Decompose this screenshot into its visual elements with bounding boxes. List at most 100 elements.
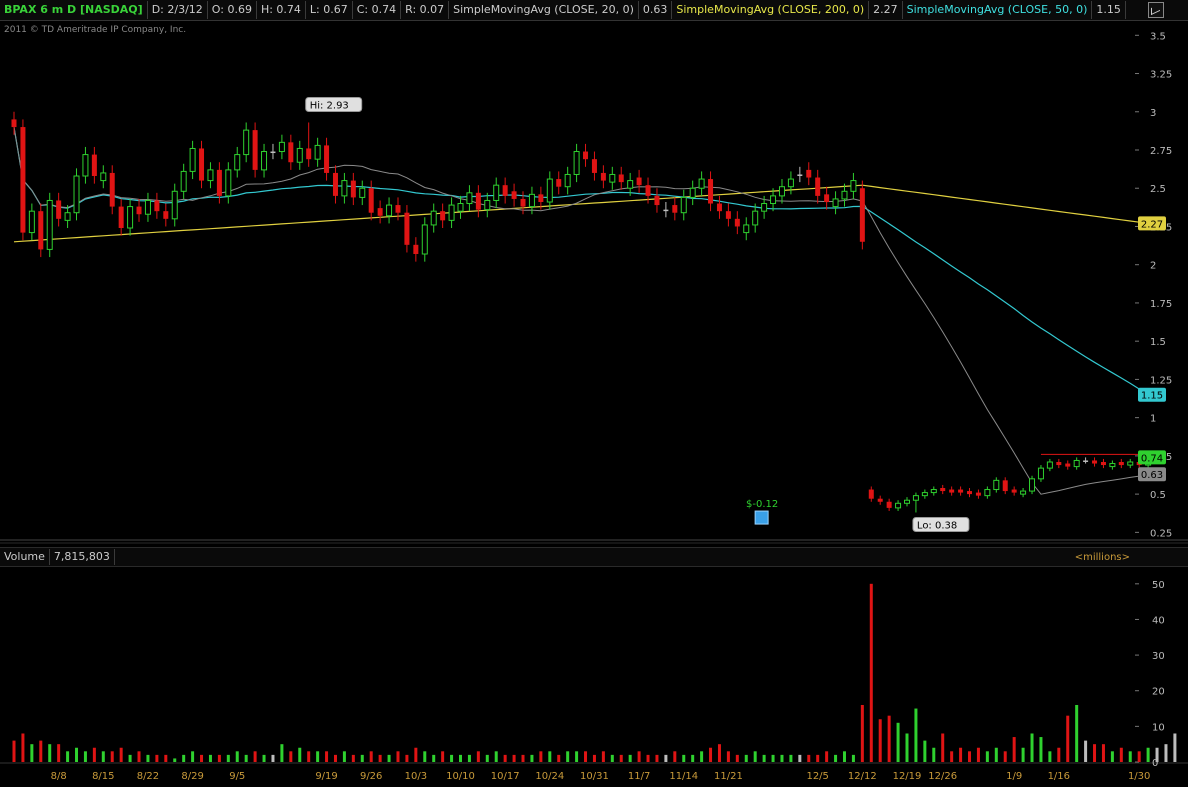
price-candle[interactable] — [904, 499, 910, 504]
price-candle[interactable] — [64, 212, 71, 221]
price-candle[interactable] — [654, 195, 660, 206]
price-candle[interactable] — [395, 205, 401, 213]
volume-bar[interactable] — [396, 751, 400, 762]
price-candle[interactable] — [1127, 461, 1134, 466]
volume-bar[interactable] — [182, 754, 186, 762]
volume-bar[interactable] — [691, 754, 695, 762]
price-candle[interactable] — [421, 224, 428, 255]
price-candle[interactable] — [430, 210, 437, 226]
volume-bar[interactable] — [575, 751, 579, 762]
volume-bar[interactable] — [521, 754, 525, 762]
volume-bar[interactable] — [557, 754, 561, 762]
volume-bar[interactable] — [432, 754, 436, 762]
volume-bar[interactable] — [316, 751, 320, 762]
volume-bar[interactable] — [637, 751, 641, 762]
volume-bar[interactable] — [494, 751, 498, 762]
volume-bar[interactable] — [441, 751, 445, 762]
volume-bar[interactable] — [655, 754, 659, 762]
price-candle[interactable] — [368, 188, 374, 213]
volume-bar[interactable] — [1173, 733, 1177, 762]
volume-bar[interactable] — [896, 722, 900, 762]
volume-bar[interactable] — [834, 754, 838, 762]
price-candle[interactable] — [82, 154, 89, 177]
price-candle[interactable] — [1109, 463, 1116, 468]
price-candle[interactable] — [109, 172, 115, 207]
price-candle[interactable] — [118, 206, 124, 228]
volume-bar[interactable] — [1128, 751, 1132, 762]
volume-bar[interactable] — [548, 751, 552, 762]
volume-bar[interactable] — [932, 747, 936, 762]
price-candle[interactable] — [824, 194, 830, 202]
volume-bar[interactable] — [217, 754, 221, 762]
price-candle[interactable] — [984, 489, 991, 497]
price-candle[interactable] — [171, 190, 178, 220]
price-candle[interactable] — [475, 192, 481, 210]
volume-bar[interactable] — [48, 744, 52, 762]
price-candle[interactable] — [1011, 489, 1017, 493]
price-candle[interactable] — [440, 211, 446, 221]
volume-bar[interactable] — [1048, 751, 1052, 762]
price-candle[interactable] — [359, 187, 366, 198]
volume-bar[interactable] — [1057, 747, 1061, 762]
volume-bar[interactable] — [128, 754, 132, 762]
price-candle[interactable] — [136, 206, 142, 215]
price-candle[interactable] — [564, 173, 571, 188]
volume-bar[interactable] — [584, 751, 588, 762]
price-candle[interactable] — [56, 200, 62, 219]
price-candle[interactable] — [1020, 490, 1027, 495]
volume-bar[interactable] — [173, 758, 177, 762]
volume-bar[interactable] — [325, 751, 329, 762]
price-candle[interactable] — [341, 180, 348, 197]
price-candle[interactable] — [609, 173, 616, 183]
volume-bar[interactable] — [191, 751, 195, 762]
volume-bar[interactable] — [485, 754, 489, 762]
price-candle[interactable] — [573, 151, 580, 175]
volume-bar[interactable] — [253, 751, 257, 762]
volume-bar[interactable] — [566, 751, 570, 762]
volume-bar[interactable] — [512, 754, 516, 762]
price-candle[interactable] — [413, 244, 419, 254]
price-candle[interactable] — [895, 502, 902, 509]
price-candle[interactable] — [225, 169, 232, 197]
volume-bar[interactable] — [628, 754, 632, 762]
price-candle[interactable] — [672, 205, 678, 213]
price-candle[interactable] — [806, 169, 812, 178]
price-candle[interactable] — [949, 489, 955, 493]
price-candle[interactable] — [725, 211, 731, 219]
volume-bar[interactable] — [1066, 715, 1070, 762]
price-candle[interactable] — [1002, 480, 1008, 492]
volume-bar[interactable] — [530, 754, 534, 762]
price-candle[interactable] — [377, 208, 383, 216]
volume-bar[interactable] — [1110, 751, 1114, 762]
price-candle[interactable] — [967, 491, 973, 495]
volume-bar[interactable] — [244, 754, 248, 762]
price-candle[interactable] — [100, 172, 107, 182]
price-candle[interactable] — [127, 206, 134, 229]
price-candle[interactable] — [787, 178, 794, 188]
price-candle[interactable] — [912, 495, 919, 501]
price-candle[interactable] — [591, 159, 597, 173]
volume-bar[interactable] — [700, 751, 704, 762]
volume-bar[interactable] — [459, 754, 462, 762]
price-candle[interactable] — [770, 195, 777, 205]
volume-bar[interactable] — [30, 744, 34, 762]
price-candle[interactable] — [663, 209, 669, 212]
volume-bar[interactable] — [1093, 744, 1097, 762]
price-candle[interactable] — [484, 199, 491, 211]
volume-bar[interactable] — [423, 751, 427, 762]
volume-bar[interactable] — [994, 747, 998, 762]
price-candle[interactable] — [296, 147, 303, 163]
volume-bar[interactable] — [289, 751, 293, 762]
price-candle[interactable] — [975, 492, 981, 496]
price-candle[interactable] — [752, 210, 759, 226]
price-candle[interactable] — [636, 177, 642, 186]
price-candle[interactable] — [1065, 463, 1071, 467]
volume-bar[interactable] — [164, 754, 168, 762]
volume-bar[interactable] — [450, 754, 454, 762]
volume-bar[interactable] — [539, 751, 543, 762]
price-candle[interactable] — [11, 119, 17, 128]
volume-bar[interactable] — [914, 708, 918, 762]
volume-bar[interactable] — [110, 751, 114, 762]
price-candle[interactable] — [627, 180, 634, 189]
price-candle[interactable] — [288, 142, 294, 163]
